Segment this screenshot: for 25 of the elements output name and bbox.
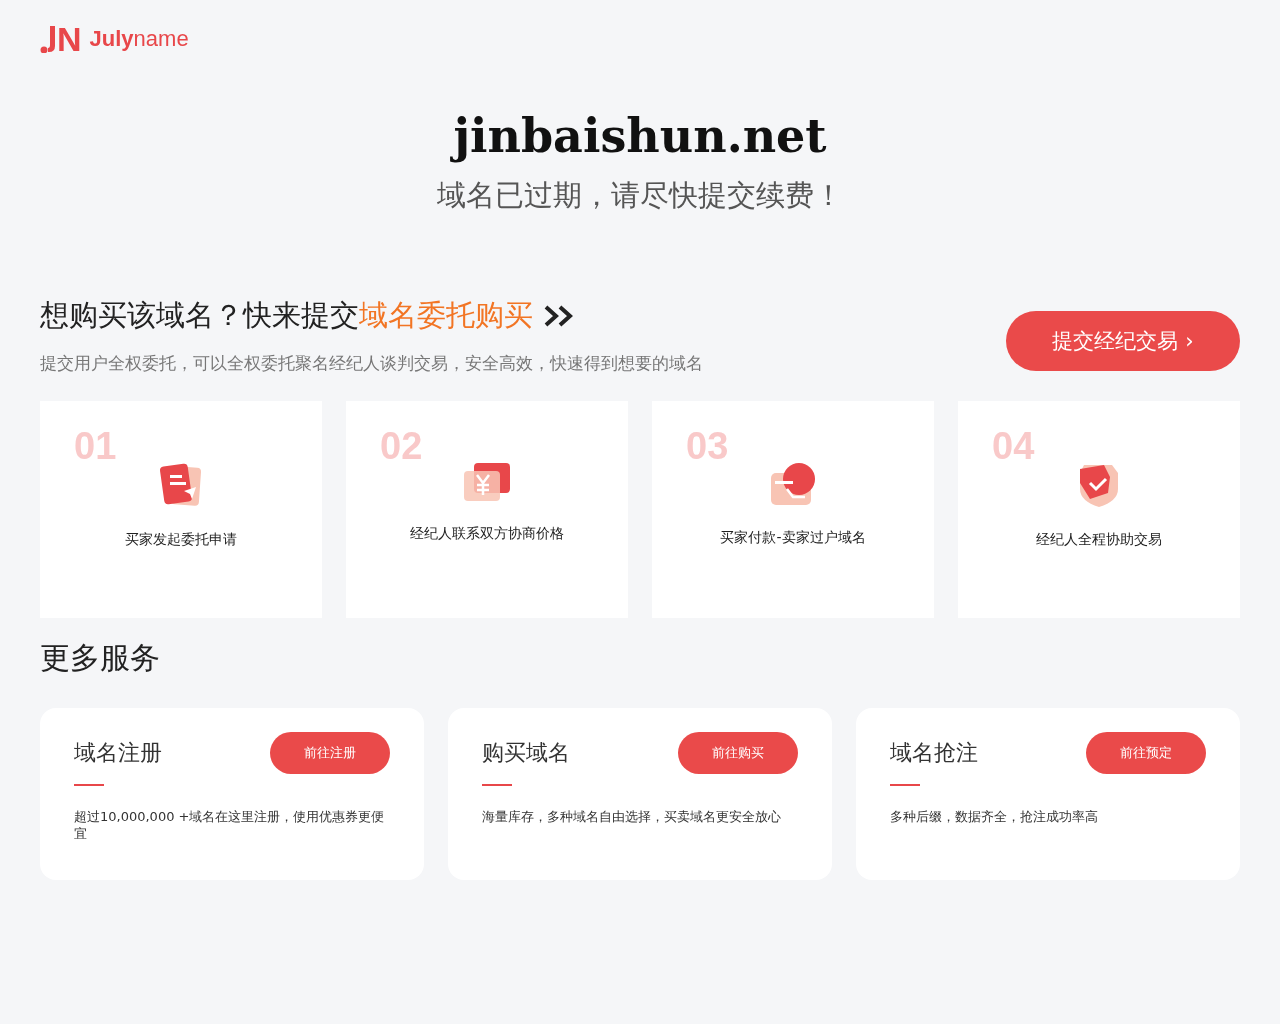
expiry-notice: 域名已过期，请尽快提交续费！: [436, 177, 844, 214]
service-button[interactable]: 前往购买: [678, 732, 798, 774]
service-title: 域名抢注: [890, 739, 978, 767]
domain-name: jinbaishun.net: [40, 108, 1240, 164]
service-button[interactable]: 前往注册: [270, 732, 390, 774]
submit-brokerage-button[interactable]: 提交经纪交易 ›: [1006, 310, 1240, 371]
service-description: 海量库存，多种域名自由选择，买卖域名更安全放心: [482, 808, 782, 825]
promo-title: 想购买该域名？快来提交域名委托购买: [40, 297, 533, 334]
yuan-icon: [462, 461, 512, 503]
step-label: 经纪人全程协助交易: [1036, 531, 1162, 549]
transfer-icon: [769, 461, 817, 507]
service-description: 超过10,000,000 +域名在这里注册，使用优惠券更便宜: [74, 808, 386, 842]
service-button[interactable]: 前往预定: [1086, 732, 1206, 774]
step-label: 经纪人联系双方协商价格: [410, 525, 564, 543]
document-icon: [158, 461, 204, 509]
service-description: 多种后缀，数据齐全，抢注成功率高: [890, 808, 1099, 825]
step-label: 买家发起委托申请: [125, 531, 237, 549]
service-title: 域名注册: [74, 739, 162, 767]
logo-letter: N: [57, 22, 82, 56]
promo-description: 提交用户全权委托，可以全权委托聚名经纪人谈判交易，安全高效，快速得到想要的域名: [40, 352, 703, 375]
section-title: 更多服务: [40, 639, 161, 677]
logo-name: Julyname: [89, 26, 189, 52]
service-title: 购买域名: [482, 739, 570, 767]
step-label: 买家付款-卖家过户域名: [720, 529, 866, 547]
logo-icon: [40, 25, 56, 53]
